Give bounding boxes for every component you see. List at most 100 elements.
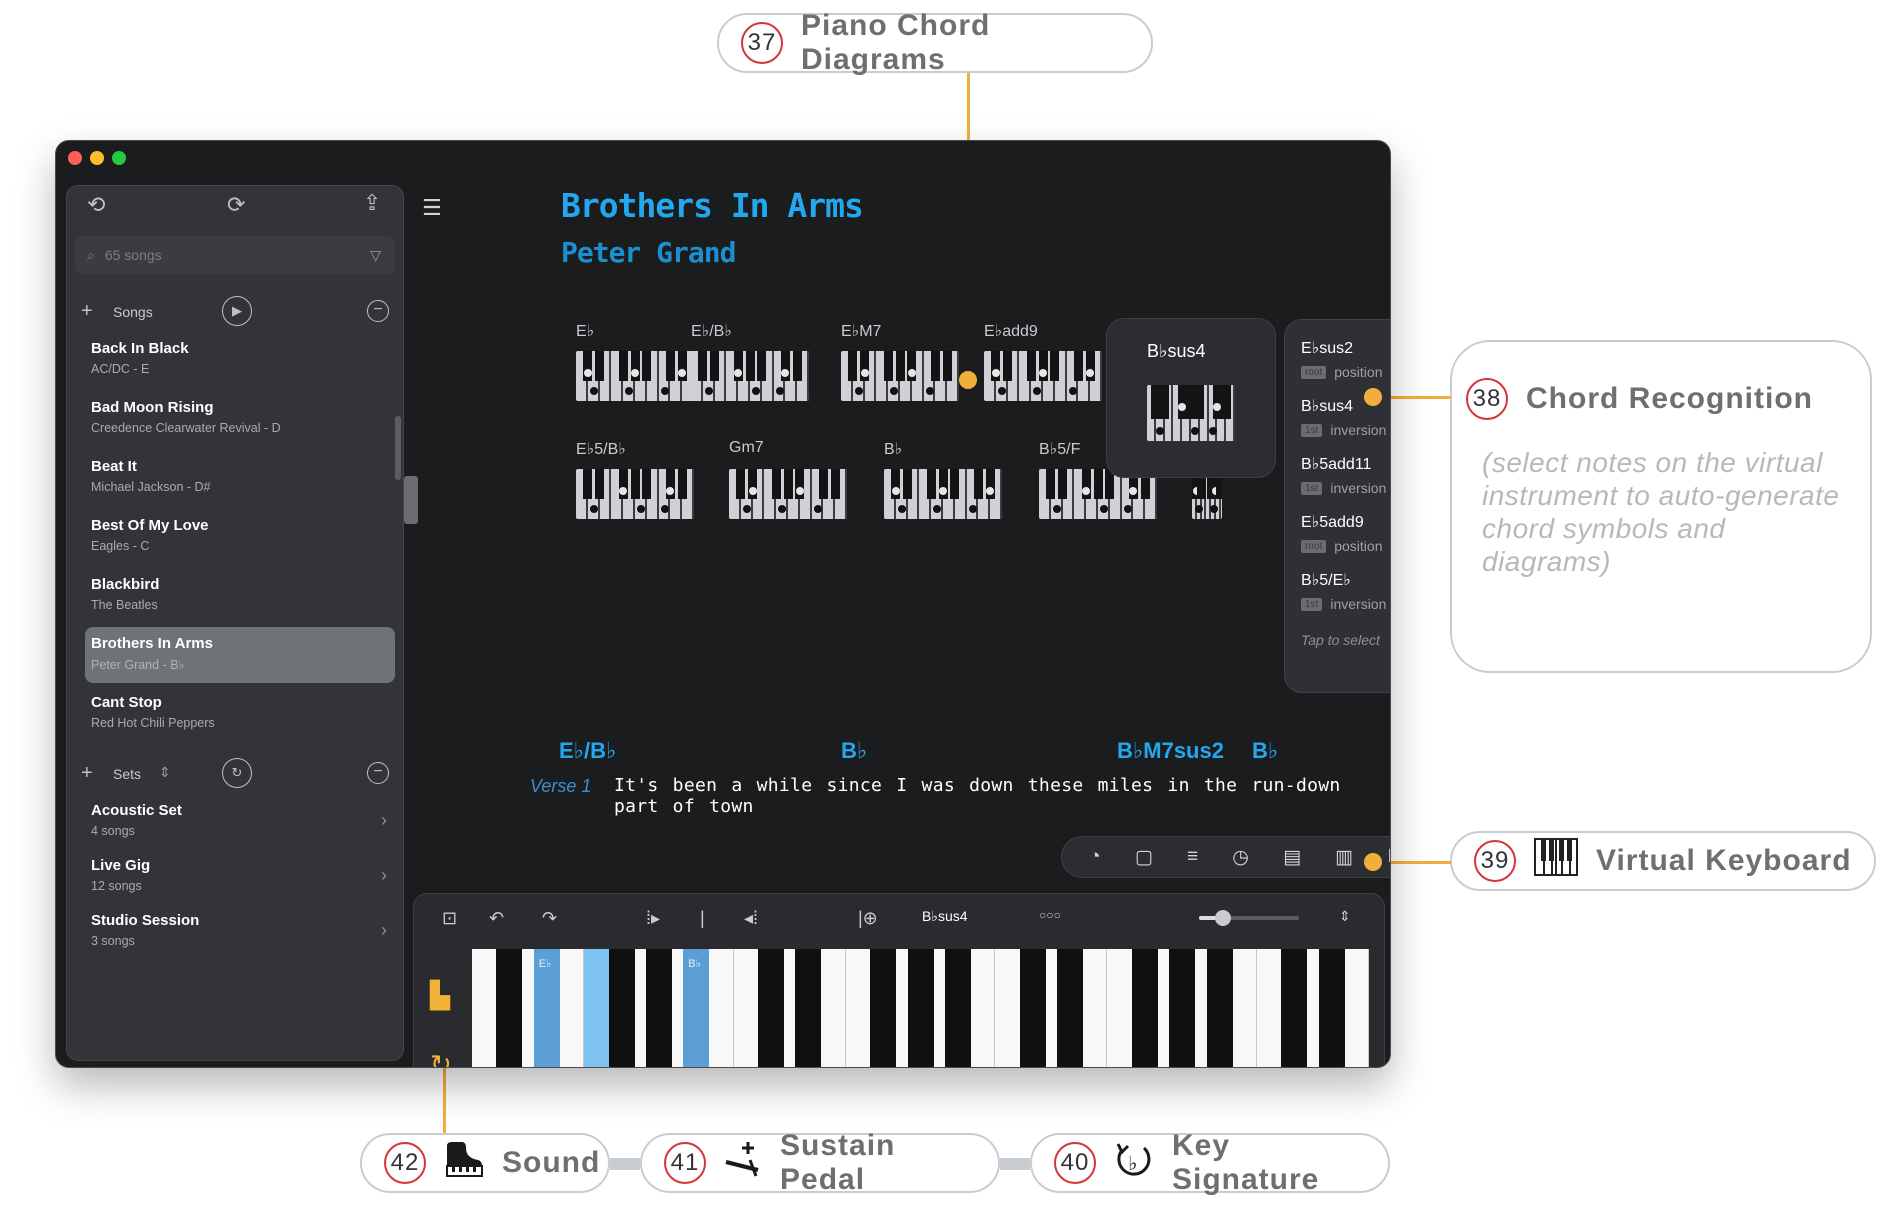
black-key[interactable]	[645, 949, 672, 1067]
share-icon[interactable]: ⇪	[363, 190, 381, 216]
black-key[interactable]	[870, 949, 897, 1067]
callout-label: Chord Recognition	[1526, 382, 1813, 415]
black-key[interactable]	[1281, 949, 1308, 1067]
minimize-button[interactable]	[90, 151, 104, 165]
sync-icon[interactable]: ⟳	[227, 192, 245, 218]
black-key[interactable]	[758, 949, 784, 1067]
remove-icon[interactable]: −	[367, 762, 389, 784]
recognition-item[interactable]: B♭5add11 1st inversion	[1301, 454, 1390, 512]
chord-diagram[interactable]: E♭/B♭	[691, 321, 816, 421]
metronome-icon[interactable]: ◷	[1232, 846, 1249, 869]
play-icon[interactable]: ▶	[222, 296, 252, 326]
history-icon[interactable]: ⟲	[87, 192, 105, 218]
song-item[interactable]: Back In Black AC/DC - E	[85, 332, 395, 388]
filter-icon[interactable]: ▽	[370, 247, 381, 264]
search-icon: ⌕	[87, 246, 95, 263]
key-signature-icon[interactable]: ↻	[430, 1049, 452, 1067]
number-icon[interactable]: №	[1387, 846, 1390, 868]
piano-keys-icon[interactable]: ▥	[1335, 846, 1353, 869]
remove-icon[interactable]: −	[367, 300, 389, 322]
redo-icon[interactable]: ↷	[542, 908, 557, 929]
black-key[interactable]	[1019, 949, 1046, 1067]
set-item[interactable]: Acoustic Set 4 songs ›	[85, 794, 395, 850]
recognition-item[interactable]: E♭sus2 root position	[1301, 338, 1390, 396]
chord-popup[interactable]: B♭sus4	[1106, 318, 1276, 478]
songs-label: Songs	[113, 304, 153, 320]
chord-diagram[interactable]: E♭M7	[841, 321, 966, 421]
zoom-button[interactable]	[112, 151, 126, 165]
sidebar-resize-handle[interactable]	[404, 476, 418, 524]
callout-number: 40	[1054, 1142, 1096, 1184]
lyric-chord[interactable]: E♭/B♭	[559, 738, 616, 764]
song-item[interactable]: Blackbird The Beatles	[85, 568, 395, 624]
grid-icon[interactable]: ▤	[1283, 846, 1301, 869]
recognition-item[interactable]: B♭5/E♭ 1st inversion	[1301, 570, 1390, 628]
black-key[interactable]	[1131, 949, 1158, 1067]
octave-icon[interactable]: ○○○	[1039, 908, 1061, 922]
chord-recognition-panel: 🔒︎ E♭sus2rootposition B♭sus41stinversion…	[1284, 319, 1390, 693]
search-input[interactable]: ⌕ 65 songs ▽	[75, 236, 395, 274]
piano-keys[interactable]: E♭B♭FC4	[472, 949, 1369, 1067]
stepper-icon[interactable]: ⇕	[1339, 908, 1351, 925]
chevron-right-icon: ›	[381, 810, 387, 830]
clipboard-icon[interactable]: ▢	[1135, 846, 1153, 869]
separator-icon[interactable]: |	[700, 908, 705, 929]
recognition-item[interactable]: E♭5add9 root position	[1301, 512, 1390, 570]
lyric-chord[interactable]: B♭M7sus2	[1117, 738, 1224, 764]
callout-number: 39	[1474, 840, 1516, 882]
black-key[interactable]	[795, 949, 822, 1067]
lyric-chord[interactable]: B♭	[1252, 738, 1278, 764]
expand-left-icon[interactable]: ⁞▸	[646, 908, 660, 929]
chord-diagram[interactable]: E♭5/B♭	[576, 439, 701, 539]
set-item[interactable]: Live Gig 12 songs ›	[85, 849, 395, 905]
keyboard-diagram	[576, 469, 694, 519]
scale-icon[interactable]: ⊡	[442, 908, 457, 929]
black-key[interactable]	[1206, 949, 1233, 1067]
chord-diagram[interactable]: Gm7	[729, 439, 854, 539]
add-song-icon[interactable]: +	[81, 300, 93, 323]
chord-diagram[interactable]: B♭	[884, 439, 1009, 539]
black-key[interactable]	[1057, 949, 1083, 1067]
lyric-chord[interactable]: B♭	[841, 738, 867, 764]
bottom-toolbar: ◔ ▢ ≡ ◷ ▤ ▥ №	[1061, 836, 1390, 878]
keyboard-diagram	[841, 351, 959, 401]
lyric-line: It's been a while since I was down these…	[614, 775, 1341, 817]
leader-dot	[959, 371, 977, 389]
chevron-right-icon: ›	[381, 865, 387, 885]
callout-label: Sustain Pedal	[780, 1129, 896, 1196]
grand-piano-icon[interactable]: ▙	[430, 980, 450, 1011]
chord-name: Gm7	[729, 439, 764, 456]
scrollbar[interactable]	[395, 416, 401, 480]
song-item[interactable]: Cant Stop Red Hot Chili Peppers	[85, 686, 395, 742]
lines-icon[interactable]: ≡	[1187, 846, 1198, 868]
pick-icon[interactable]: ◔	[1089, 846, 1100, 868]
close-button[interactable]	[68, 151, 82, 165]
chord-diagram[interactable]: E♭	[576, 321, 701, 421]
black-key[interactable]	[496, 949, 523, 1067]
songs-section-header: + Songs ▶ −	[67, 294, 403, 330]
song-item-selected[interactable]: Brothers In Arms Peter Grand - B♭	[85, 627, 395, 683]
sort-icon[interactable]: ⇕	[159, 764, 171, 781]
chord-diagram[interactable]: E♭add9	[984, 321, 1109, 421]
refresh-icon[interactable]: ↻	[222, 758, 252, 788]
undo-icon[interactable]: ↶	[489, 908, 504, 929]
add-chord-icon[interactable]: |⊕	[858, 908, 878, 929]
connector	[1000, 1158, 1030, 1170]
black-key[interactable]	[1169, 949, 1196, 1067]
menu-icon[interactable]: ☰	[422, 195, 442, 221]
volume-slider[interactable]	[1199, 910, 1299, 926]
collapse-icon[interactable]: ◂⁞	[744, 908, 758, 929]
svg-text:♭: ♭	[1128, 1151, 1138, 1175]
song-item[interactable]: Bad Moon Rising Creedence Clearwater Revi…	[85, 391, 395, 447]
black-key[interactable]	[907, 949, 934, 1067]
black-key[interactable]	[944, 949, 971, 1067]
song-item[interactable]: Beat It Michael Jackson - D#	[85, 450, 395, 506]
set-item[interactable]: Studio Session 3 songs ›	[85, 904, 395, 960]
search-placeholder: 65 songs	[104, 247, 162, 263]
keyboard-diagram	[576, 351, 694, 401]
black-key[interactable]	[608, 949, 635, 1067]
keyboard-diagram	[984, 351, 1102, 401]
black-key[interactable]	[1318, 949, 1345, 1067]
song-item[interactable]: Best Of My Love Eagles - C	[85, 509, 395, 565]
add-set-icon[interactable]: +	[81, 762, 93, 785]
